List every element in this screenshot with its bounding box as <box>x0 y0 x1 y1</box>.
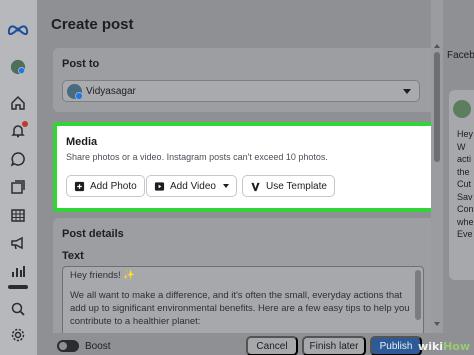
scroll-down-icon[interactable] <box>434 322 440 326</box>
post-details-heading: Post details <box>62 228 124 240</box>
media-heading: Media <box>66 136 98 148</box>
cancel-button[interactable]: Cancel <box>246 336 298 355</box>
post-text-line: Hey friends! ✨ <box>70 270 136 281</box>
preview-line: W <box>457 141 466 152</box>
preview-title: Faceb <box>447 50 474 61</box>
left-nav-rail <box>0 0 37 355</box>
chevron-down-icon <box>222 184 229 188</box>
chevron-down-icon <box>403 89 411 94</box>
wikihow-watermark: wikiHow <box>418 340 470 353</box>
preview-line: Hey <box>457 129 474 139</box>
meta-logo-icon[interactable] <box>6 20 30 38</box>
insights-icon[interactable] <box>9 262 27 280</box>
scroll-up-icon[interactable] <box>434 44 440 48</box>
menu-icon[interactable] <box>8 285 28 289</box>
text-field-scrollbar[interactable] <box>415 270 421 320</box>
search-icon[interactable] <box>9 300 27 318</box>
preview-line: whe <box>457 216 474 227</box>
footer-bar: Boost Cancel Finish later Publish <box>37 333 443 355</box>
create-post-panel: Create post Post to Vidyasagar Media Sha… <box>37 0 437 355</box>
home-icon[interactable] <box>9 94 27 112</box>
finish-later-button[interactable]: Finish later <box>302 336 366 355</box>
preview-line: acti <box>457 154 472 164</box>
boost-label: Boost <box>85 341 111 352</box>
ads-icon[interactable] <box>9 234 27 252</box>
page-title: Create post <box>51 16 134 33</box>
scrollbar-thumb[interactable] <box>434 52 440 162</box>
notification-badge <box>22 121 28 127</box>
video-icon <box>154 181 165 191</box>
settings-icon[interactable] <box>9 326 27 344</box>
profile-avatar-icon[interactable] <box>9 58 27 76</box>
account-select[interactable]: Vidyasagar <box>62 80 420 102</box>
preview-text: Hey W acti the Cut Sav Con whe Eve <box>457 128 474 241</box>
add-photo-label: Add Photo <box>90 180 137 192</box>
add-video-button[interactable]: Add Video <box>146 175 237 197</box>
watermark-prefix: wiki <box>418 340 444 353</box>
notifications-icon[interactable] <box>9 121 28 140</box>
preview-line: Cut <box>457 179 472 189</box>
use-template-label: Use Template <box>266 180 327 192</box>
add-video-label: Add Video <box>170 180 216 192</box>
account-avatar <box>67 83 83 100</box>
content-icon[interactable] <box>9 178 27 196</box>
account-select-value: Vidyasagar <box>86 85 136 97</box>
calendar-icon[interactable] <box>9 206 27 224</box>
watermark-suffix: How <box>443 340 470 353</box>
preview-line: Eve <box>457 229 473 239</box>
text-label: Text <box>62 250 84 262</box>
boost-toggle[interactable] <box>57 340 79 352</box>
add-photo-icon <box>74 181 85 191</box>
template-icon <box>251 182 260 191</box>
post-text-line: We all want to make a difference, and it… <box>70 290 410 327</box>
preview-line: Sav <box>457 191 473 202</box>
post-to-card: Post to Vidyasagar <box>53 48 437 112</box>
post-text-field[interactable]: Hey friends! ✨ We all want to make a dif… <box>62 266 424 340</box>
preview-pane: Faceb Hey W acti the Cut Sav Con whe Eve <box>443 0 474 355</box>
media-subtitle: Share photos or a video. Instagram posts… <box>66 152 328 162</box>
main-scrollbar[interactable] <box>431 0 443 355</box>
post-to-label: Post to <box>62 58 100 70</box>
use-template-button[interactable]: Use Template <box>242 175 335 197</box>
add-photo-button[interactable]: Add Photo <box>66 175 145 197</box>
preview-avatar <box>453 100 471 118</box>
preview-line: Con <box>457 204 474 214</box>
messages-icon[interactable] <box>9 150 27 168</box>
publish-button[interactable]: Publish <box>370 336 422 355</box>
preview-line: the <box>457 166 470 177</box>
media-card: Media Share photos or a video. Instagram… <box>53 122 437 212</box>
